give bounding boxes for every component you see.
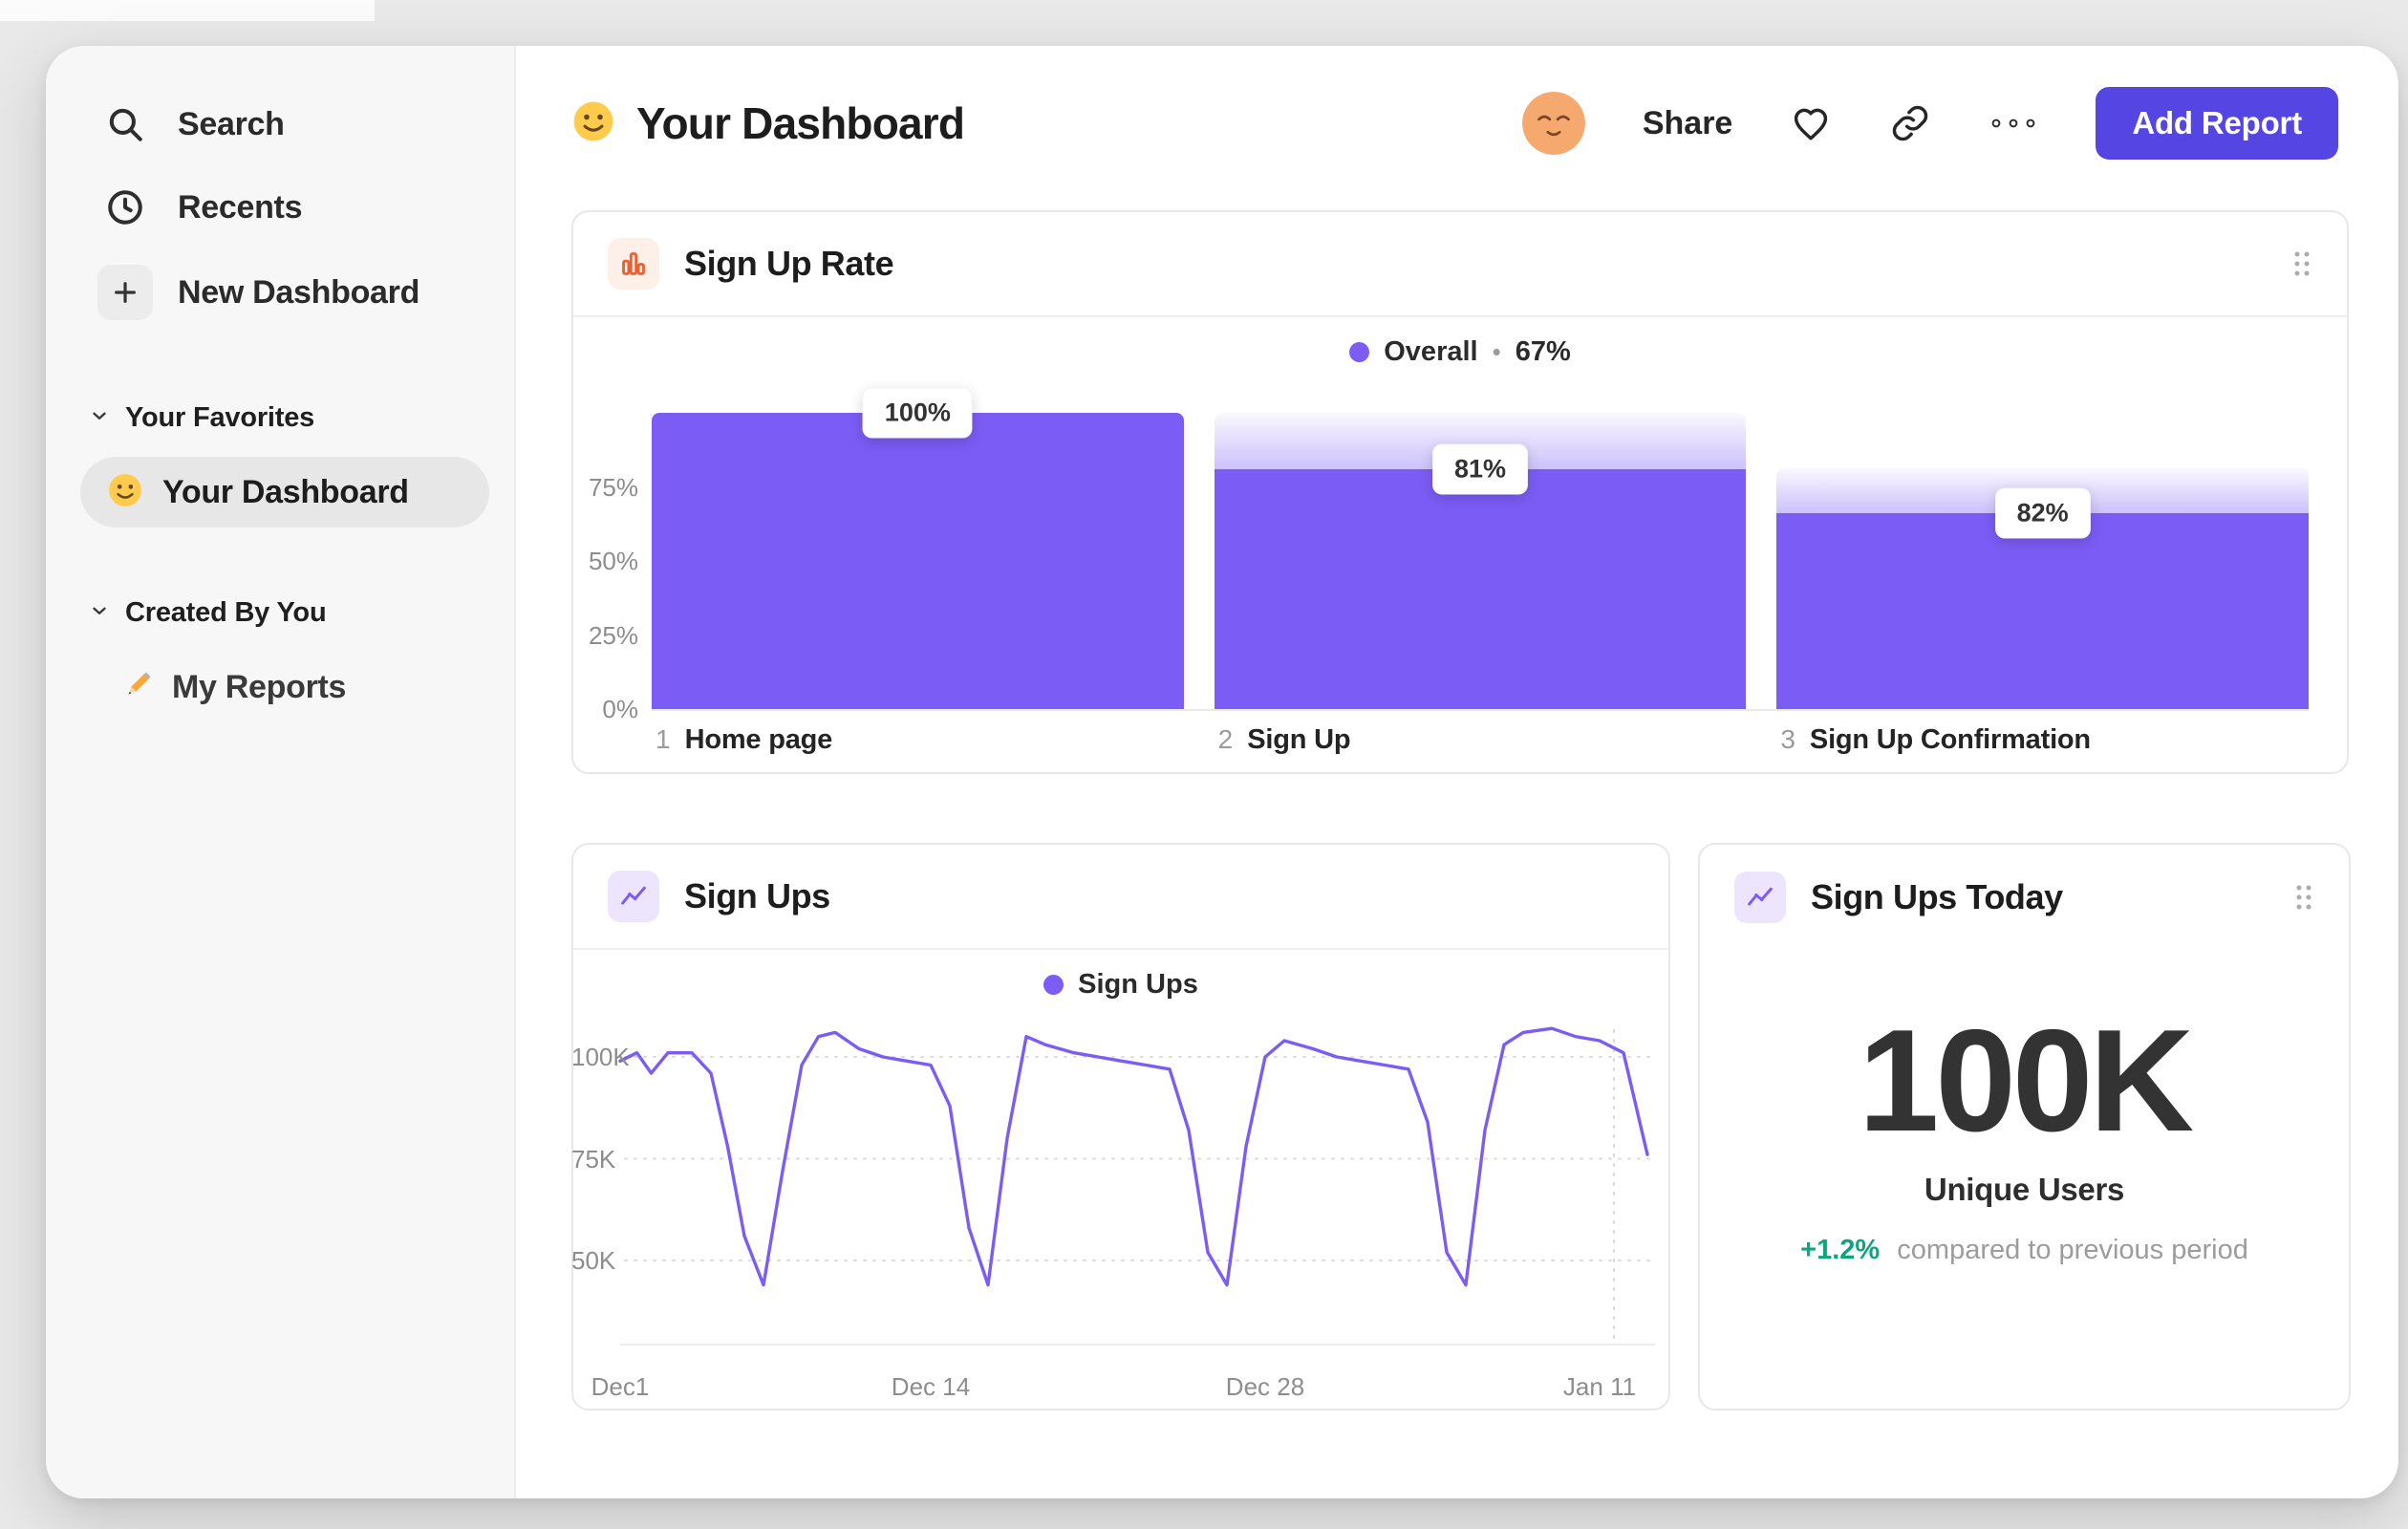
delta-value: +1.2% xyxy=(1800,1235,1881,1265)
x-axis-label: Dec1 xyxy=(591,1372,650,1401)
step-name: Sign Up Confirmation xyxy=(1809,724,2091,755)
dashboard-header: Your Dashboard xyxy=(571,92,965,155)
step-name: Sign Up xyxy=(1247,724,1351,755)
funnel-bar-step-1[interactable]: 100% xyxy=(652,387,1184,709)
sidebar-item-label: New Dashboard xyxy=(178,273,420,311)
main-content: Your Dashboard Share Add Report Sign Up … xyxy=(516,46,2398,1498)
legend-value: 67% xyxy=(1515,335,1571,367)
sign-ups-card: Sign Ups Sign Ups 100K 75K 50K Dec1 Dec 14 De… xyxy=(571,843,1670,1411)
sidebar-item-label: Recents xyxy=(178,188,303,226)
sign-up-rate-card: Sign Up Rate Overall • 67% 75% 50% 25% 0% 1… xyxy=(571,210,2349,774)
x-axis-label: Jan 11 xyxy=(1562,1372,1637,1401)
avatar[interactable] xyxy=(1521,92,1585,155)
sign-ups-line-series xyxy=(618,1026,1649,1287)
app-window: Search Recents New Dashboard Your Favori… xyxy=(46,46,2398,1498)
step-number: 3 xyxy=(1780,724,1795,754)
sidebar-item-label: Your Dashboard xyxy=(162,473,409,510)
section-title: Created By You xyxy=(125,596,327,628)
conversion-rate-tag: 81% xyxy=(1431,443,1529,495)
smiley-icon xyxy=(107,472,143,513)
favorites-section-header[interactable]: Your Favorites xyxy=(89,395,314,441)
more-options-icon[interactable] xyxy=(1989,112,2038,135)
x-axis-label: Dec 14 xyxy=(891,1372,971,1401)
dashboard-emoji-icon xyxy=(571,99,615,148)
section-title: Your Favorites xyxy=(125,401,315,433)
clock-icon xyxy=(97,180,153,235)
line-chart-icon xyxy=(608,871,659,922)
line-chart-area: 100K 75K 50K Dec1 Dec 14 Dec 28 Jan 11 xyxy=(571,1015,1665,1416)
line-chart-svg xyxy=(618,1026,1655,1346)
sidebar-item-search[interactable]: Search xyxy=(97,94,285,155)
card-header: Sign Ups Today xyxy=(1700,845,2349,950)
sidebar-item-recents[interactable]: Recents xyxy=(97,177,302,238)
y-axis-label: 50% xyxy=(588,547,638,575)
line-legend: Sign Ups xyxy=(573,965,1668,1003)
conversion-rate-tag: 100% xyxy=(862,387,973,439)
step-number: 1 xyxy=(656,724,671,754)
card-title: Sign Up Rate xyxy=(684,244,894,283)
drag-handle-icon[interactable] xyxy=(2293,883,2314,912)
y-axis-label: 100K xyxy=(571,1043,630,1071)
add-report-button[interactable]: Add Report xyxy=(2096,87,2338,160)
legend-dot xyxy=(1043,974,1064,995)
legend-label: Overall xyxy=(1384,335,1478,367)
bar-chart-icon xyxy=(608,238,659,290)
link-icon[interactable] xyxy=(1889,102,1931,144)
search-icon xyxy=(97,97,153,152)
share-button[interactable]: Share xyxy=(1643,105,1733,142)
sidebar-item-your-dashboard[interactable]: Your Dashboard xyxy=(80,457,489,528)
metric-label: Unique Users xyxy=(1924,1172,2125,1207)
background-window-strip xyxy=(0,0,375,21)
funnel-bar-fill xyxy=(1776,513,2310,709)
card-title: Sign Ups Today xyxy=(1811,877,2063,916)
drag-handle-icon[interactable] xyxy=(2291,249,2312,278)
pencil-icon xyxy=(120,668,155,707)
sign-ups-today-card: Sign Ups Today 100K Unique Users +1.2% c… xyxy=(1698,843,2351,1411)
y-axis-label: 75% xyxy=(588,472,638,502)
metric-delta: +1.2% compared to previous period xyxy=(1700,1235,2349,1266)
legend-separator: • xyxy=(1492,336,1501,366)
funnel-bar-fill xyxy=(1214,469,1747,709)
y-axis-label: 75K xyxy=(571,1144,616,1174)
conversion-rate-tag: 82% xyxy=(1994,487,2091,539)
funnel-plot: 100% 81% 82% xyxy=(652,387,2310,709)
heart-icon[interactable] xyxy=(1790,102,1832,144)
funnel-step-labels: 1 Home page 2 Sign Up 3 Sign Up Confirmation xyxy=(652,724,2309,756)
metric-chart-icon xyxy=(1734,872,1786,923)
card-header: Sign Ups xyxy=(573,845,1668,950)
funnel-legend: Overall • 67% xyxy=(573,333,2347,371)
y-axis-label: 50K xyxy=(571,1246,616,1275)
sidebar-item-label: Search xyxy=(178,105,285,142)
funnel-bar-step-2[interactable]: 81% xyxy=(1214,413,1747,709)
funnel-step-label: 3 Sign Up Confirmation xyxy=(1776,724,2309,756)
plus-icon xyxy=(97,265,153,320)
created-by-you-section-header[interactable]: Created By You xyxy=(89,590,327,635)
sidebar-item-label: My Reports xyxy=(172,668,347,705)
funnel-step-label: 1 Home page xyxy=(652,724,1184,756)
sidebar: Search Recents New Dashboard Your Favori… xyxy=(46,46,516,1498)
y-axis-label: 25% xyxy=(588,620,638,650)
funnel-y-axis: 75% 50% 25% 0% xyxy=(577,413,638,724)
funnel-chart: 75% 50% 25% 0% 100% 81% 82% 1 Home page 2 Sign U… xyxy=(589,387,2310,755)
funnel-bar-step-3[interactable]: 82% xyxy=(1776,413,2310,709)
legend-dot xyxy=(1349,341,1370,362)
funnel-baseline xyxy=(652,709,2309,711)
header-actions: Share Add Report xyxy=(1521,86,2338,161)
page-title: Your Dashboard xyxy=(636,98,965,148)
x-axis-label: Dec 28 xyxy=(1225,1372,1305,1401)
chevron-down-icon xyxy=(89,600,110,626)
card-header: Sign Up Rate xyxy=(573,212,2347,317)
legend-label: Sign Ups xyxy=(1078,968,1198,1000)
sidebar-item-new-dashboard[interactable]: New Dashboard xyxy=(97,262,419,323)
y-axis-label: 0% xyxy=(602,695,638,723)
funnel-bar-fill xyxy=(652,413,1184,709)
sidebar-item-my-reports[interactable]: My Reports xyxy=(120,659,346,715)
step-number: 2 xyxy=(1217,724,1234,754)
card-title: Sign Ups xyxy=(684,876,830,915)
metric-value: 100K xyxy=(1858,1000,2194,1162)
step-name: Home page xyxy=(684,724,833,755)
delta-note: compared to previous period xyxy=(1897,1235,2248,1265)
chevron-down-icon xyxy=(89,405,110,431)
funnel-step-label: 2 Sign Up xyxy=(1215,724,1747,756)
